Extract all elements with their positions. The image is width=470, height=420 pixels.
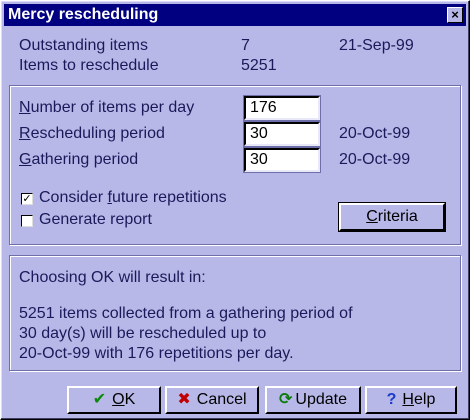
generate-report-label: Generate report [39, 211, 152, 228]
gathering-period-label: Gathering period [19, 151, 139, 168]
refresh-icon: ⟳ [279, 391, 293, 408]
help-icon: ? [386, 391, 397, 408]
close-button[interactable]: × [447, 7, 463, 23]
close-icon: × [451, 7, 459, 22]
result-heading: Choosing OK will result in: [19, 269, 206, 286]
outstanding-items-date: 21-Sep-99 [339, 37, 414, 54]
items-per-day-label: Number of items per day [19, 99, 195, 116]
outstanding-items-label: Outstanding items [19, 37, 148, 54]
consider-future-repetitions-checkbox[interactable]: ✓ [21, 193, 33, 205]
mercy-rescheduling-dialog: Mercy rescheduling × Outstanding items 7… [0, 0, 470, 420]
outstanding-items-value: 7 [241, 37, 250, 54]
criteria-button[interactable]: Criteria [338, 202, 446, 232]
items-per-day-input[interactable]: 176 [243, 95, 321, 121]
gathering-period-input[interactable]: 30 [243, 147, 321, 173]
cancel-button[interactable]: ✖ Cancel [165, 386, 259, 414]
rescheduling-period-input[interactable]: 30 [243, 121, 321, 147]
result-line-1: 5251 items collected from a gathering pe… [19, 305, 353, 322]
checkmark-icon: ✔ [92, 391, 107, 408]
help-button[interactable]: ? Help [365, 386, 457, 414]
gathering-period-date: 20-Oct-99 [339, 151, 411, 168]
rescheduling-period-date: 20-Oct-99 [339, 125, 411, 142]
result-line-2: 30 day(s) will be rescheduled up to [19, 325, 267, 342]
window-title: Mercy rescheduling [8, 6, 159, 23]
title-bar[interactable]: Mercy rescheduling × [4, 4, 466, 26]
update-button[interactable]: ⟳ Update [265, 386, 361, 414]
cross-icon: ✖ [177, 391, 191, 408]
ok-button[interactable]: ✔ OK [67, 386, 161, 414]
items-to-reschedule-value: 5251 [241, 57, 277, 74]
result-line-3: 20-Oct-99 with 176 repetitions per day. [19, 345, 294, 362]
check-icon: ✓ [22, 193, 32, 205]
consider-future-repetitions-label: Consider future repetitions [39, 189, 227, 206]
items-to-reschedule-label: Items to reschedule [19, 57, 159, 74]
rescheduling-period-label: Rescheduling period [19, 125, 165, 142]
generate-report-checkbox[interactable] [21, 215, 33, 227]
